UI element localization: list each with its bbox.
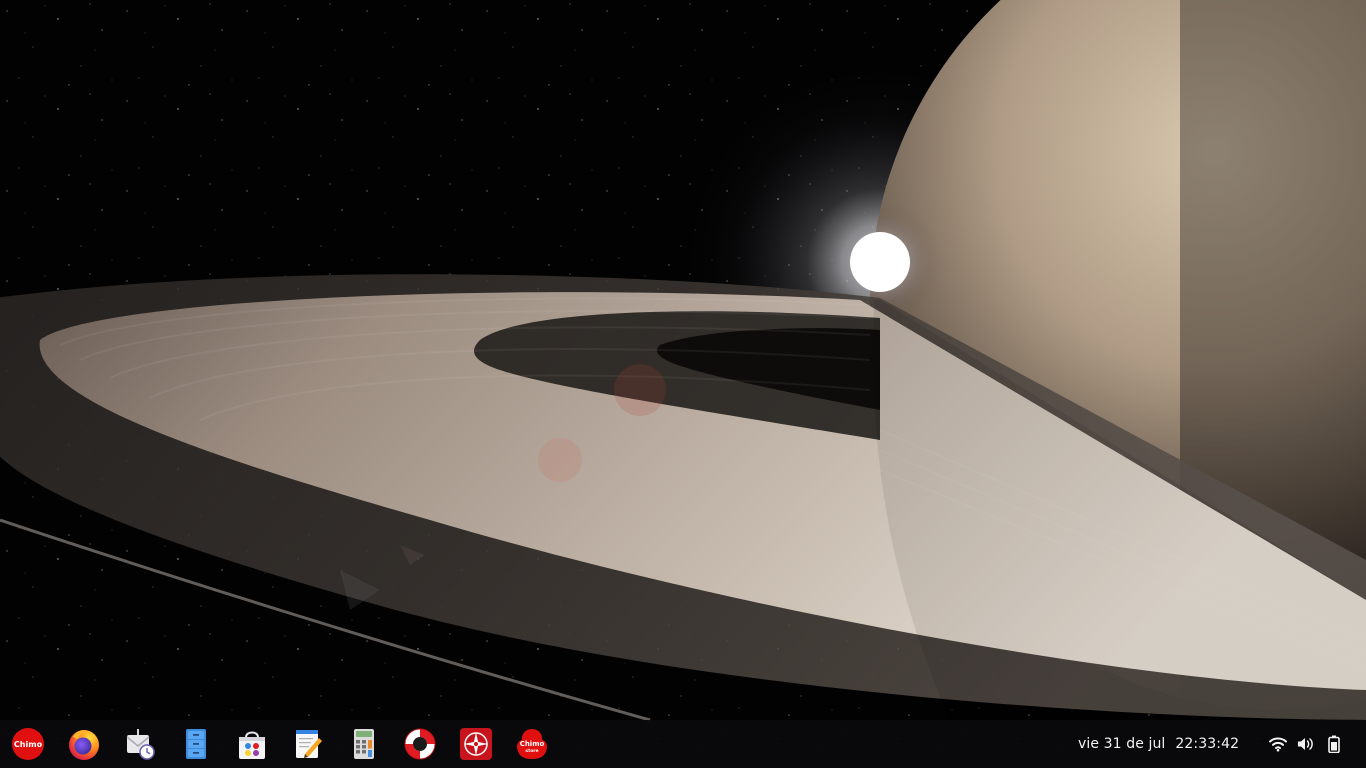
wifi-icon (1269, 737, 1287, 752)
lifebuoy-icon (404, 728, 436, 760)
chimo-logo-icon: Chimo (12, 728, 44, 760)
dock: Chimo Chimo store (0, 720, 566, 768)
dock-item-compass[interactable] (454, 722, 498, 766)
shopping-bag-icon (239, 731, 265, 759)
dock-item-chimo-menu[interactable]: Chimo (6, 722, 50, 766)
text-editor-icon (296, 730, 322, 758)
dock-item-text-editor[interactable] (286, 722, 330, 766)
system-tray (1264, 720, 1348, 768)
tray-battery[interactable] (1320, 730, 1348, 758)
clock-time: 22:33:42 (1175, 736, 1240, 752)
clock[interactable]: vie 31 de jul 22:33:42 (1078, 720, 1239, 768)
volume-icon (1298, 738, 1313, 750)
dock-item-mail-reminder[interactable] (118, 722, 162, 766)
chimo-store-sublabel: store (525, 748, 538, 754)
dock-item-file-manager[interactable] (174, 722, 218, 766)
firefox-icon (69, 730, 99, 760)
tray-wifi[interactable] (1264, 730, 1292, 758)
file-cabinet-icon (186, 729, 206, 759)
dock-item-firefox[interactable] (62, 722, 106, 766)
dock-item-calculator[interactable] (342, 722, 386, 766)
calculator-icon (354, 729, 374, 759)
mail-clock-icon (126, 729, 155, 760)
taskbar: Chimo Chimo store vie 31 de jul 22:33:42 (0, 720, 1366, 768)
chimo-store-icon: Chimo store (517, 729, 547, 759)
dock-item-help[interactable] (398, 722, 442, 766)
dock-item-software-store[interactable] (230, 722, 274, 766)
compass-icon (460, 728, 492, 760)
battery-icon (1328, 735, 1340, 753)
wallpaper (0, 0, 1366, 768)
chimo-logo-label: Chimo (14, 740, 43, 749)
dock-item-chimo-store[interactable]: Chimo store (510, 722, 554, 766)
clock-date: vie 31 de jul (1078, 736, 1166, 752)
chimo-store-label: Chimo (520, 740, 545, 748)
desktop: Chimo Chimo store vie 31 de jul 22:33:42 (0, 0, 1366, 768)
tray-volume[interactable] (1292, 730, 1320, 758)
